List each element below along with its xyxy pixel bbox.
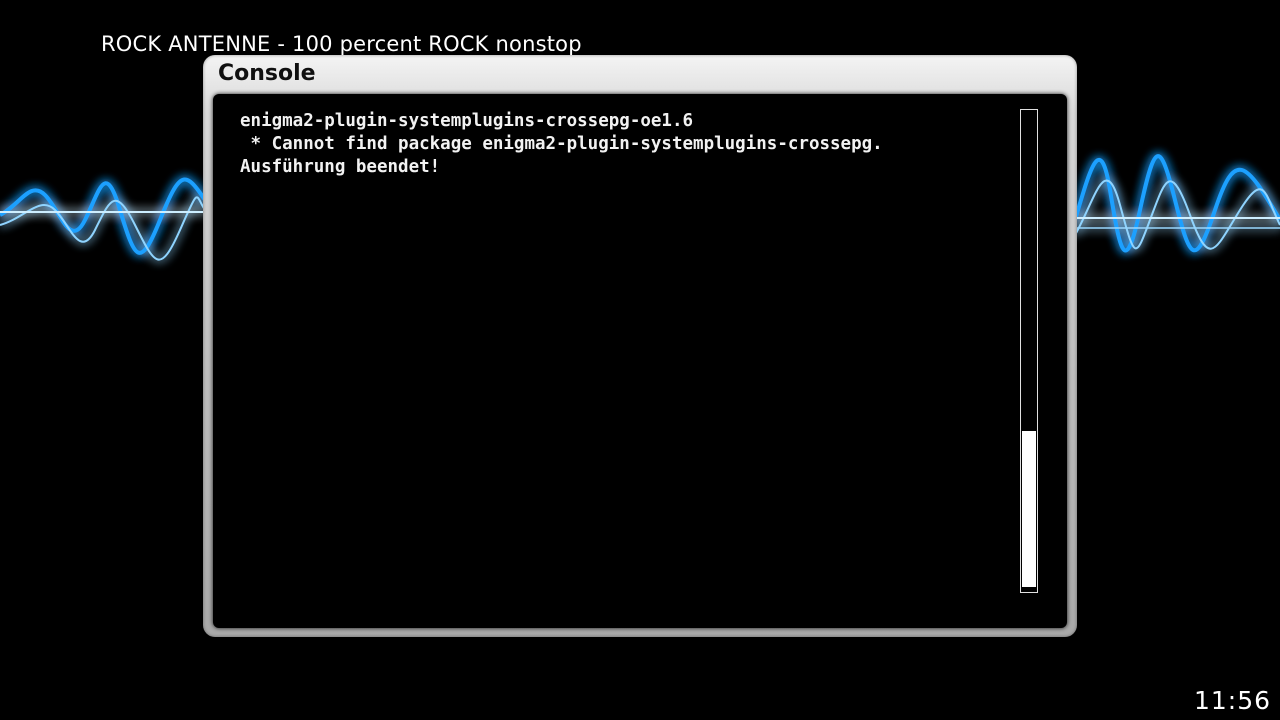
console-output: enigma2-plugin-systemplugins-crossepg-oe… [240,110,883,179]
tv-screen: ROCK ANTENNE - 100 percent ROCK nonstop … [0,0,1280,720]
clock: 11:56 [1193,686,1271,715]
console-window: Console enigma2-plugin-systemplugins-cro… [203,55,1077,637]
console-line: Ausführung beendet! [240,157,441,177]
console-line: enigma2-plugin-systemplugins-crossepg-oe… [240,111,694,131]
now-playing-title: ROCK ANTENNE - 100 percent ROCK nonstop [101,32,582,56]
console-line: * Cannot find package enigma2-plugin-sys… [240,134,883,154]
scrollbar-thumb[interactable] [1022,430,1036,588]
console-title: Console [218,61,316,86]
console-output-area: enigma2-plugin-systemplugins-crossepg-oe… [213,94,1067,628]
console-scrollbar[interactable] [1020,109,1038,593]
